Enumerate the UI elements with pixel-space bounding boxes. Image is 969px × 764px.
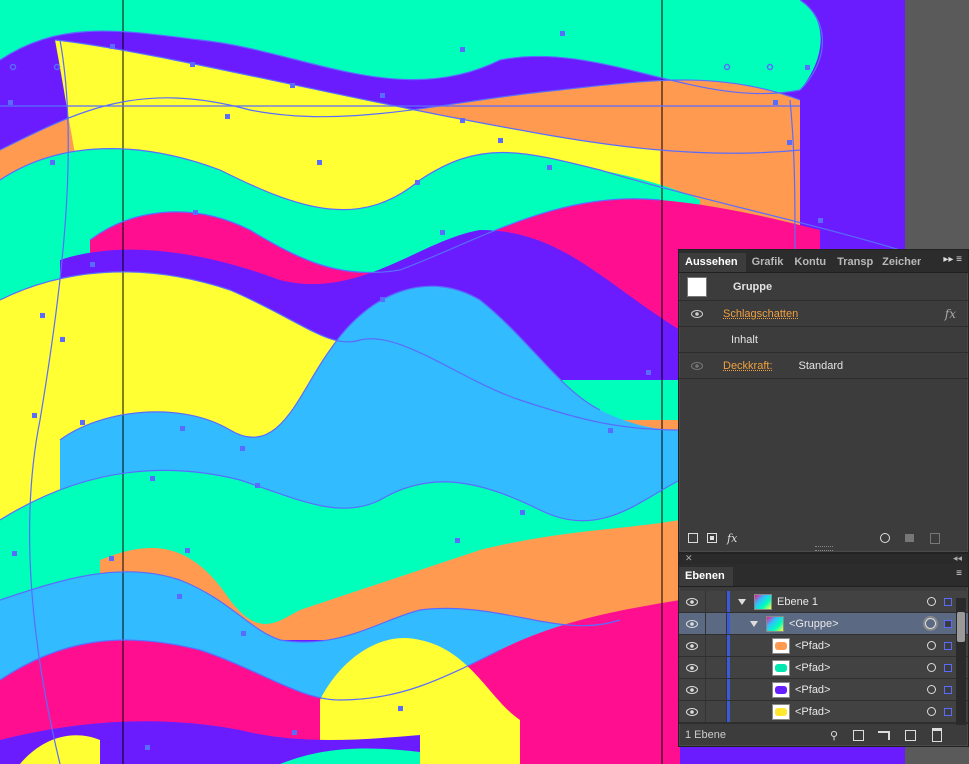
group-thumbnail	[766, 615, 784, 632]
delete-item-icon[interactable]	[930, 532, 940, 544]
layers-menu-icon[interactable]: ≡	[956, 568, 962, 579]
layer-lock-toggle[interactable]	[706, 591, 727, 612]
target-circle-icon[interactable]	[927, 707, 936, 716]
selection-square-icon[interactable]	[944, 619, 952, 628]
path-name: <Pfad>	[795, 683, 831, 696]
tab-grafik[interactable]: Grafik	[746, 253, 789, 272]
delete-layer-icon[interactable]	[932, 728, 942, 742]
panel-menu-icon[interactable]: ▸▸ ≡	[943, 254, 962, 265]
layer-color-bar	[727, 591, 730, 612]
target-circle-icon[interactable]	[927, 685, 936, 694]
path-thumbnail	[772, 637, 790, 654]
layer-color-bar	[727, 613, 730, 634]
collapse-icon[interactable]: ◂◂	[953, 553, 962, 564]
add-fill-icon[interactable]	[707, 533, 717, 543]
target-circle-icon[interactable]	[927, 663, 936, 672]
object-thumbnail	[687, 276, 707, 297]
layer-visibility-eye-icon[interactable]	[679, 679, 706, 700]
content-row[interactable]: Inhalt	[679, 327, 968, 353]
duplicate-item-icon[interactable]	[905, 534, 914, 542]
layer-color-bar	[727, 657, 730, 678]
selection-square-icon[interactable]	[944, 597, 952, 606]
expand-triangle-icon[interactable]	[750, 620, 758, 627]
selection-square-icon[interactable]	[944, 663, 952, 672]
layer-count-label: 1 Ebene	[685, 729, 726, 741]
layer-row-pfad-2[interactable]: <Pfad>	[679, 657, 968, 679]
add-stroke-icon[interactable]	[688, 533, 698, 543]
layer-row-pfad-4[interactable]: <Pfad>	[679, 701, 968, 723]
layers-scrollbar[interactable]	[956, 598, 966, 725]
opacity-eye-icon[interactable]	[691, 361, 703, 370]
tab-zeichen[interactable]: Zeichen	[876, 253, 921, 272]
layer-name: Ebene 1	[777, 595, 818, 608]
appearance-footer: fx	[679, 528, 968, 548]
opacity-value: Standard	[798, 359, 844, 372]
layer-thumbnail	[754, 593, 772, 610]
layer-lock-toggle[interactable]	[706, 701, 727, 722]
panel-resize-grip[interactable]	[814, 546, 833, 551]
opacity-row[interactable]: Deckkraft: Standard	[679, 353, 968, 379]
tab-kontur[interactable]: Kontu	[788, 253, 831, 272]
layer-row-ebene1[interactable]: Ebene 1	[679, 591, 968, 613]
tab-transparenz[interactable]: Transp	[831, 253, 876, 272]
search-icon[interactable]: ⚲	[830, 729, 838, 742]
layer-color-bar	[727, 679, 730, 700]
layer-visibility-eye-icon[interactable]	[679, 635, 706, 656]
layer-lock-toggle[interactable]	[706, 635, 727, 656]
object-type-label: Gruppe	[733, 280, 773, 293]
layer-visibility-eye-icon[interactable]	[679, 591, 706, 612]
fx-icon[interactable]: fx	[945, 307, 956, 321]
effect-row[interactable]: Schlagschatten fx	[679, 301, 968, 327]
layer-visibility-eye-icon[interactable]	[679, 613, 706, 634]
scrollbar-handle[interactable]	[957, 612, 965, 642]
layer-visibility-eye-icon[interactable]	[679, 701, 706, 722]
visibility-eye-icon[interactable]	[691, 309, 703, 318]
create-new-layer-icon[interactable]	[905, 729, 916, 741]
close-icon[interactable]: ✕	[685, 553, 693, 564]
target-circle-icon[interactable]	[925, 618, 936, 629]
opacity-link[interactable]: Deckkraft:	[723, 360, 773, 372]
layer-row-pfad-3[interactable]: <Pfad>	[679, 679, 968, 701]
layers-titlebar[interactable]: ✕ ◂◂	[679, 553, 968, 564]
layers-panel: ✕ ◂◂ Ebenen ≡ Ebene 1 <Gruppe> <Pfad> <P…	[678, 553, 969, 747]
selection-square-icon[interactable]	[944, 685, 952, 694]
clear-appearance-icon[interactable]	[880, 533, 890, 543]
make-clipping-mask-icon[interactable]	[853, 729, 864, 741]
effect-link[interactable]: Schlagschatten	[723, 308, 798, 320]
target-circle-icon[interactable]	[927, 641, 936, 650]
layer-lock-toggle[interactable]	[706, 657, 727, 678]
selection-square-icon[interactable]	[944, 707, 952, 716]
path-thumbnail	[772, 703, 790, 720]
layer-lock-toggle[interactable]	[706, 613, 727, 634]
selection-square-icon[interactable]	[944, 641, 952, 650]
layer-color-bar	[727, 701, 730, 722]
add-effect-icon[interactable]: fx	[727, 532, 737, 545]
path-thumbnail	[772, 681, 790, 698]
layer-row-pfad-1[interactable]: <Pfad>	[679, 635, 968, 657]
layer-row-gruppe[interactable]: <Gruppe>	[679, 613, 968, 635]
layer-color-bar	[727, 635, 730, 656]
path-name: <Pfad>	[795, 705, 831, 718]
layers-footer: 1 Ebene ⚲	[679, 723, 968, 746]
layers-list: Ebene 1 <Gruppe> <Pfad> <Pfad> <Pfad> <P…	[679, 591, 968, 723]
tab-ebenen[interactable]: Ebenen	[679, 567, 733, 586]
content-label: Inhalt	[731, 333, 758, 346]
group-name: <Gruppe>	[789, 617, 839, 630]
target-circle-icon[interactable]	[927, 597, 936, 606]
path-name: <Pfad>	[795, 661, 831, 674]
path-thumbnail	[772, 659, 790, 676]
layer-lock-toggle[interactable]	[706, 679, 727, 700]
expand-triangle-icon[interactable]	[738, 598, 746, 605]
layer-visibility-eye-icon[interactable]	[679, 657, 706, 678]
create-sublayer-icon[interactable]	[878, 730, 890, 740]
appearance-object-row[interactable]: Gruppe	[679, 273, 968, 301]
appearance-tabbar: Aussehen Grafik Kontu Transp Zeichen ▸▸ …	[679, 250, 968, 273]
tab-aussehen[interactable]: Aussehen	[679, 253, 746, 272]
appearance-panel: Aussehen Grafik Kontu Transp Zeichen ▸▸ …	[678, 249, 969, 553]
path-name: <Pfad>	[795, 639, 831, 652]
layers-tabbar: Ebenen ≡	[679, 564, 968, 587]
